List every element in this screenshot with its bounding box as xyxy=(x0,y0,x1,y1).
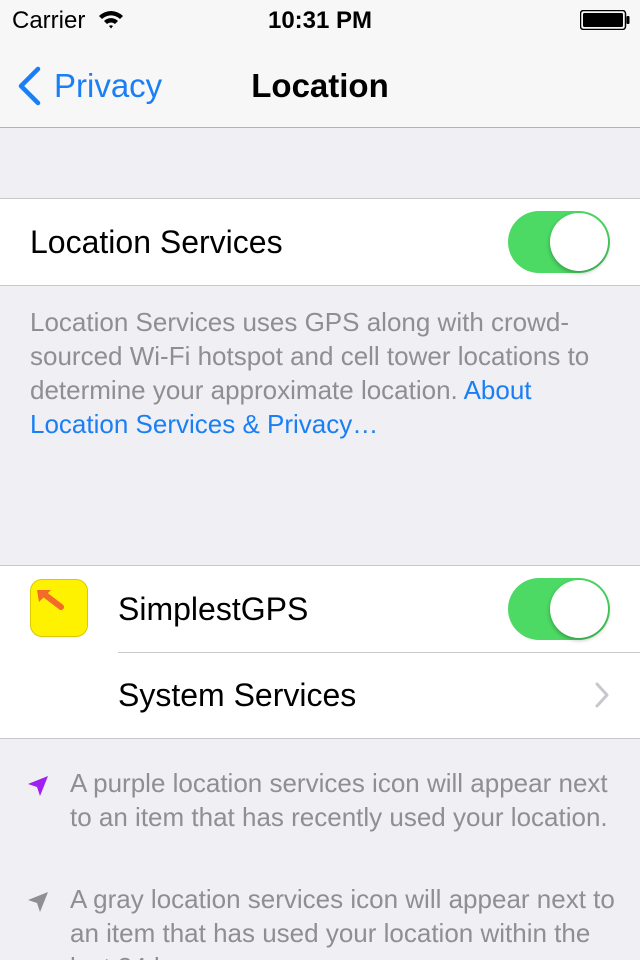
apps-group: SimplestGPS System Services xyxy=(0,565,640,739)
toggle-knob xyxy=(550,213,608,271)
navigation-bar: Privacy Location xyxy=(0,40,640,128)
system-services-label: System Services xyxy=(118,676,357,713)
toggle-knob xyxy=(550,580,608,638)
app-icon-arrow xyxy=(30,579,88,637)
purple-location-arrow-icon xyxy=(28,776,48,796)
location-services-description: Location Services uses GPS along with cr… xyxy=(30,305,610,441)
status-time: 10:31 PM xyxy=(267,7,373,34)
legend-purple-text: A purple location services icon will app… xyxy=(70,768,608,832)
legend-gray-text: A gray location services icon will appea… xyxy=(70,884,615,960)
system-services-row[interactable]: System Services xyxy=(0,652,640,738)
chevron-right-icon xyxy=(595,682,609,708)
location-services-label: Location Services xyxy=(30,223,283,260)
status-bar: Carrier 10:31 PM xyxy=(0,0,640,40)
app-row-simplestgps: SimplestGPS xyxy=(0,566,640,652)
arrow-icon xyxy=(37,590,64,610)
gray-location-arrow-icon xyxy=(28,892,48,912)
battery-icon xyxy=(580,10,630,30)
location-services-toggle[interactable] xyxy=(508,211,610,273)
app-name: SimplestGPS xyxy=(118,590,309,627)
location-services-cell: Location Services xyxy=(0,199,640,285)
simplestgps-toggle[interactable] xyxy=(508,578,610,640)
page-title: Location xyxy=(251,67,389,104)
location-services-group: Location Services xyxy=(0,198,640,286)
